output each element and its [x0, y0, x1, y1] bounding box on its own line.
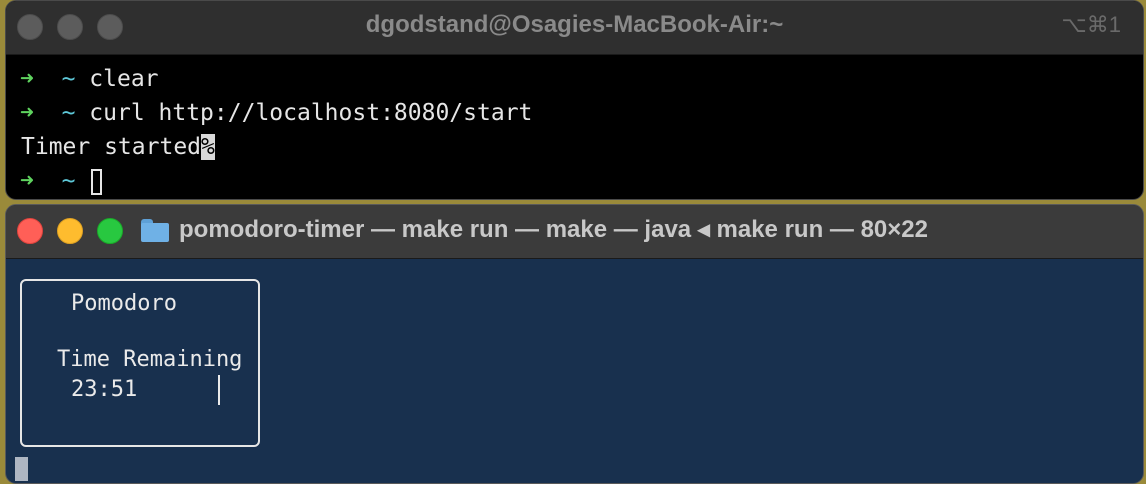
- title-bar[interactable]: pomodoro-timer — make run — make — java …: [6, 205, 1143, 259]
- window-title: dgodstand@Osagies-MacBook-Air:~: [365, 11, 784, 38]
- terminal-content[interactable]: Pomodoro Time Remaining 23:51: [6, 259, 1143, 483]
- terminal-line: Timer started%: [21, 131, 215, 163]
- folder-icon: [141, 218, 169, 242]
- close-button[interactable]: [17, 218, 43, 244]
- terminal-window-pomodoro[interactable]: pomodoro-timer — make run — make — java …: [5, 204, 1144, 484]
- terminal-line: ➜ ~: [20, 165, 103, 197]
- command-text: clear: [89, 66, 159, 92]
- zoom-button[interactable]: [97, 218, 123, 244]
- pomodoro-title: Pomodoro: [71, 291, 177, 316]
- terminal-line: ➜ ~ clear: [20, 63, 159, 95]
- terminal-window-home[interactable]: dgodstand@Osagies-MacBook-Air:~ ⌥⌘1 ➜ ~ …: [5, 0, 1144, 200]
- window-controls: [17, 218, 123, 244]
- time-remaining-label: Time Remaining: [57, 347, 245, 372]
- terminal-line: ➜ ~ curl http://localhost:8080/start: [20, 97, 532, 129]
- block-cursor: [15, 457, 28, 481]
- prompt-arrow-icon: ➜: [20, 100, 34, 126]
- prompt-arrow-icon: ➜: [20, 66, 34, 92]
- text-cursor: [91, 168, 103, 195]
- time-remaining-value: 23:51: [71, 377, 138, 402]
- window-shortcut: ⌥⌘1: [1061, 12, 1121, 37]
- prompt-directory: ~: [61, 100, 76, 126]
- minimize-button[interactable]: [57, 218, 83, 244]
- progress-divider: [218, 375, 220, 405]
- pomodoro-panel: Pomodoro Time Remaining 23:51: [20, 279, 260, 447]
- prompt-directory: ~: [61, 168, 76, 194]
- title-bar[interactable]: dgodstand@Osagies-MacBook-Air:~ ⌥⌘1: [6, 1, 1143, 55]
- no-newline-marker: %: [201, 134, 215, 160]
- command-text: curl http://localhost:8080/start: [89, 100, 533, 126]
- prompt-directory: ~: [61, 66, 76, 92]
- window-title: pomodoro-timer — make run — make — java …: [179, 216, 928, 243]
- command-output: Timer started: [21, 134, 202, 160]
- window-title-group: pomodoro-timer — make run — make — java …: [141, 215, 928, 244]
- prompt-arrow-icon: ➜: [20, 168, 34, 194]
